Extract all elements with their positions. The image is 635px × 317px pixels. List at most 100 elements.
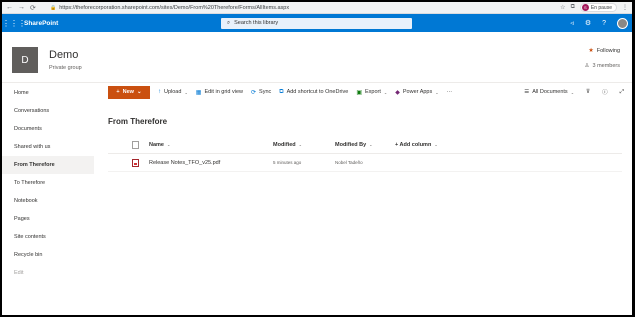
megaphone-icon[interactable]: ◃	[570, 19, 574, 27]
profile-avatar: S	[581, 4, 589, 11]
column-modified-label: Modified	[273, 141, 296, 148]
table-row[interactable]: Release Notes_TFO_v25.pdf 5 minutes ago …	[108, 154, 622, 172]
nav-item-from-therefore[interactable]: From Therefore	[2, 156, 94, 174]
nav-item-notebook[interactable]: Notebook	[2, 192, 94, 210]
main-content: + New ⌄ ↑ Upload ⌄ ▦ Edit in grid view ⟳…	[98, 84, 632, 315]
doc-type-icon[interactable]	[132, 140, 139, 149]
column-modified[interactable]: Modified ⌄	[273, 142, 302, 148]
file-modified: 5 minutes ago	[273, 160, 302, 165]
chevron-down-icon: ⌄	[298, 142, 302, 147]
nav-item-documents[interactable]: Documents	[2, 120, 94, 138]
person-icon: ♙	[584, 63, 590, 69]
grid-view-button[interactable]: ▦ Edit in grid view	[196, 89, 243, 96]
file-modified-by[interactable]: Nobel Tadeño	[335, 160, 363, 165]
nav-item-recycle-bin[interactable]: Recycle bin	[2, 246, 94, 264]
power-apps-button[interactable]: ◆ Power Apps ⌄	[395, 89, 438, 96]
help-icon[interactable]: ?	[602, 20, 606, 27]
sync-label: Sync	[259, 89, 272, 95]
forward-icon[interactable]: →	[18, 4, 25, 12]
column-modified-by[interactable]: Modified By ⌄	[335, 142, 373, 148]
browser-toolbar: ← → ⟳ 🔒 https://theforecorporation.share…	[2, 2, 632, 14]
command-bar: + New ⌄ ↑ Upload ⌄ ▦ Edit in grid view ⟳…	[98, 84, 632, 100]
view-selector[interactable]: ☰ All Documents ⌄	[524, 89, 574, 95]
app-launcher-icon[interactable]: ⋮⋮⋮	[2, 19, 26, 28]
grid-icon: ▦	[195, 89, 202, 96]
members-label: 3 members	[592, 63, 620, 69]
lock-icon: 🔒	[50, 4, 57, 11]
shortcut-icon: ⧉	[279, 88, 284, 95]
star-icon: ★	[588, 48, 594, 54]
more-label: ···	[446, 89, 453, 95]
column-name[interactable]: Name ⌄	[149, 142, 170, 148]
back-icon[interactable]: ←	[6, 4, 13, 12]
site-title[interactable]: Demo	[49, 49, 78, 61]
gear-icon[interactable]: ⚙	[585, 19, 591, 27]
search-icon: ⌕	[227, 19, 231, 26]
address-bar[interactable]: 🔒 https://theforecorporation.sharepoint.…	[50, 5, 560, 11]
view-label: All Documents	[532, 89, 568, 95]
profile-status: En pause	[590, 4, 612, 11]
plus-icon: +	[116, 89, 120, 95]
nav-item-edit[interactable]: Edit	[2, 264, 94, 282]
more-button[interactable]: ···	[447, 89, 453, 95]
file-name[interactable]: Release Notes_TFO_v25.pdf	[149, 160, 220, 166]
expand-icon[interactable]: ⤢	[620, 89, 624, 96]
avatar[interactable]	[617, 17, 628, 29]
chevron-down-icon: ⌄	[136, 89, 142, 95]
chevron-down-icon: ⌄	[166, 142, 171, 147]
add-column-button[interactable]: + Add column ⌄	[395, 142, 438, 148]
add-shortcut-label: Add shortcut to OneDrive	[286, 89, 349, 95]
search-box[interactable]: ⌕ Search this library	[221, 17, 412, 29]
nav-item-home[interactable]: Home	[2, 84, 94, 102]
browser-actions: ☆ ⧉ S En pause ⋮	[560, 3, 628, 12]
suite-bar: ⋮⋮⋮ SharePoint ⌕ Search this library ◃ ⚙…	[2, 14, 632, 32]
follow-label: Following	[596, 47, 620, 54]
new-button[interactable]: + New ⌄	[108, 85, 150, 99]
browser-nav: ← → ⟳	[6, 4, 50, 12]
menu-dots-icon[interactable]: ⋮	[622, 4, 628, 11]
chevron-down-icon: ⌄	[434, 142, 438, 147]
upload-label: Upload	[164, 89, 182, 95]
app-brand[interactable]: SharePoint	[24, 20, 58, 27]
site-subtitle: Private group	[49, 65, 82, 71]
site-header: D Demo Private group ★ Following ♙ 3 mem…	[2, 32, 632, 83]
upload-button[interactable]: ↑ Upload ⌄	[158, 89, 188, 95]
nav-item-shared-with-us[interactable]: Shared with us	[2, 138, 94, 156]
chevron-down-icon: ⌄	[435, 89, 439, 95]
grid-view-label: Edit in grid view	[204, 89, 243, 95]
nav-item-pages[interactable]: Pages	[2, 210, 94, 228]
upload-icon: ↑	[158, 89, 161, 95]
pdf-icon	[132, 158, 139, 167]
view-list-icon: ☰	[524, 89, 530, 95]
chevron-down-icon: ⌄	[369, 142, 373, 147]
export-label: Export	[365, 89, 381, 95]
extensions-icon[interactable]: ⧉	[571, 4, 575, 11]
filter-icon[interactable]: ⊽	[586, 89, 590, 95]
reload-icon[interactable]: ⟳	[30, 4, 36, 12]
profile-button[interactable]: S En pause	[579, 3, 617, 12]
power-apps-icon: ◆	[395, 89, 400, 96]
site-logo[interactable]: D	[12, 47, 38, 73]
members-button[interactable]: ♙ 3 members	[585, 63, 620, 69]
info-icon[interactable]: ⓘ	[602, 88, 608, 96]
browser-window: ← → ⟳ 🔒 https://theforecorporation.share…	[2, 2, 632, 315]
chevron-down-icon: ⌄	[184, 89, 188, 95]
nav-item-conversations[interactable]: Conversations	[2, 102, 94, 120]
power-apps-label: Power Apps	[402, 89, 433, 95]
follow-button[interactable]: ★ Following	[588, 47, 620, 55]
bookmark-star-icon[interactable]: ☆	[560, 4, 565, 11]
sync-button[interactable]: ⟳ Sync	[251, 89, 271, 96]
document-table: Name ⌄ Modified ⌄ Modified By ⌄ + Add co…	[108, 136, 622, 172]
chevron-down-icon: ⌄	[570, 89, 575, 95]
add-shortcut-button[interactable]: ⧉ Add shortcut to OneDrive	[279, 89, 348, 96]
view-controls: ☰ All Documents ⌄ ⊽ ⓘ ⤢	[524, 84, 624, 100]
nav-item-to-therefore[interactable]: To Therefore	[2, 174, 94, 192]
nav-item-site-contents[interactable]: Site contents	[2, 228, 94, 246]
search-placeholder: Search this library	[234, 20, 279, 26]
new-label: New	[122, 89, 134, 95]
suite-actions: ◃ ⚙ ?	[570, 14, 628, 32]
chevron-down-icon: ⌄	[383, 89, 388, 95]
address-bar-url: https://theforecorporation.sharepoint.co…	[59, 4, 290, 11]
excel-icon: ▣	[356, 89, 362, 96]
export-button[interactable]: ▣ Export ⌄	[356, 89, 387, 96]
